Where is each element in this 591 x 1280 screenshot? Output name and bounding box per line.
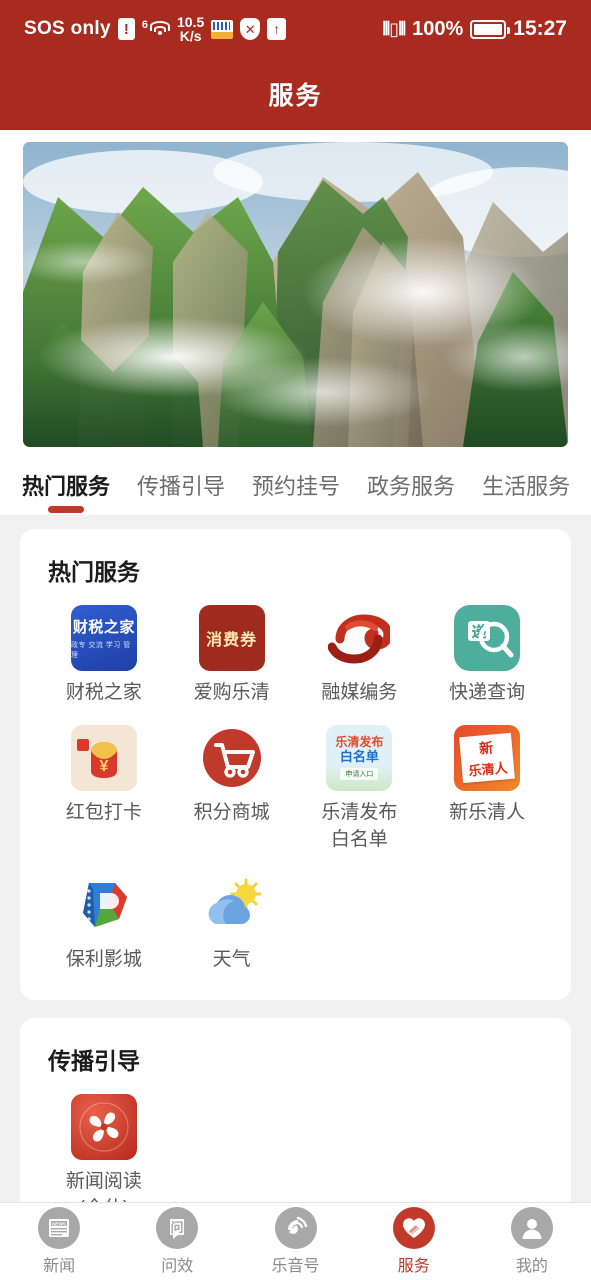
status-bar-left: SOS only ! 6 10.5 K/s ✕ ↑ — [24, 15, 287, 43]
network-speed: 10.5 K/s — [177, 15, 204, 43]
tax-home-icon-text: 财税之家 — [72, 619, 135, 636]
consumer-voucher-icon: 消费券 — [198, 605, 265, 671]
whitelist-icon-text-2: 白名单 — [339, 748, 379, 764]
whitelist-icon-text-3: 申请入口 — [340, 767, 379, 780]
service-item-label: 乐清发布 白名单 — [321, 801, 398, 850]
new-yueqing-people-icon: 新 乐清人 — [454, 724, 521, 791]
nav-item-label: 新闻 — [43, 1258, 76, 1275]
tab-communication-guide[interactable]: 传播引导 — [137, 469, 225, 513]
alert-icon: ! — [117, 18, 135, 40]
broadcast-icon — [274, 1207, 317, 1249]
svg-text:问: 问 — [171, 1220, 184, 1235]
services-scroll-area[interactable]: 热门服务 财税之家 政专 交流 学习 管理 财税之家 消费券 爱购乐清 融媒编务… — [0, 515, 591, 1249]
tab-label: 热门服务 — [22, 474, 111, 499]
consumer-voucher-icon-text: 消费券 — [206, 632, 258, 649]
service-item-yueqing-whitelist[interactable]: 乐清发布 白名单 申请入口 乐清发布 白名单 — [296, 724, 424, 854]
service-item-label: 积分商城 — [193, 801, 270, 823]
scenic-mountain-banner[interactable] — [23, 142, 568, 447]
service-item-points-mall[interactable]: 积分商城 — [168, 725, 296, 854]
tab-label: 生活服务 — [482, 474, 571, 499]
tab-hot-services[interactable]: 热门服务 — [22, 469, 110, 513]
service-item-label: 融媒编务 — [321, 682, 398, 703]
feedback-icon: 问 — [156, 1207, 199, 1249]
tab-label: 传播引导 — [137, 474, 226, 499]
nav-item-news[interactable]: NEWS 新闻 — [0, 1207, 118, 1276]
service-item-label: 保利影城 — [65, 948, 142, 970]
page-header: 服务 — [0, 58, 591, 130]
service-grid: 财税之家 政专 交流 学习 管理 财税之家 消费券 爱购乐清 融媒编务 递 快递… — [40, 605, 551, 974]
section-title: 传播引导 — [48, 1047, 140, 1074]
tab-appointment-registration[interactable]: 预约挂号 — [252, 469, 340, 513]
vibrate-icon: ⦀▯⦀ — [382, 18, 406, 39]
service-item-label: 天气 — [212, 948, 251, 970]
profile-icon — [510, 1207, 553, 1249]
service-item-label: 财税之家 — [65, 682, 142, 703]
section-hot-services: 热门服务 财税之家 政专 交流 学习 管理 财税之家 消费券 爱购乐清 融媒编务… — [20, 529, 571, 1000]
upload-arrow-icon: ↑ — [267, 18, 287, 40]
tab-label: 政务服务 — [367, 474, 456, 499]
battery-percent: 100% — [412, 17, 464, 40]
service-item-new-yueqing-people[interactable]: 新 乐清人 新乐清人 — [423, 724, 551, 854]
service-item-red-packet-checkin[interactable]: ¥ 红包打卡 — [40, 724, 168, 854]
red-packet-icon: ¥ — [70, 724, 137, 791]
service-item-label: 新乐清人 — [449, 801, 526, 823]
service-item-media-editing[interactable]: 融媒编务 — [296, 605, 424, 707]
service-item-label: 红包打卡 — [65, 801, 142, 823]
new-people-icon-text-1: 新 — [478, 739, 494, 757]
tab-label: 预约挂号 — [252, 474, 341, 499]
svg-text:¥: ¥ — [99, 758, 108, 775]
sim-card-icon — [211, 19, 234, 39]
svg-text:NEWS: NEWS — [52, 1221, 66, 1226]
shield-block-icon: ✕ — [240, 18, 261, 40]
tab-life-services[interactable]: 生活服务 — [482, 469, 570, 513]
tab-government-services[interactable]: 政务服务 — [367, 469, 455, 513]
carrier-label: SOS only — [24, 18, 111, 39]
app-root: SOS only ! 6 10.5 K/s ✕ ↑ ⦀▯⦀ 100% 15:27… — [0, 0, 591, 1280]
service-item-label: 爱购乐清 — [193, 682, 270, 703]
express-search-icon: 递 — [454, 605, 521, 671]
category-tabs[interactable]: 热门服务 传播引导 预约挂号 政务服务 生活服务 — [0, 447, 591, 515]
nav-item-profile[interactable]: 我的 — [473, 1207, 591, 1276]
nav-item-feedback[interactable]: 问 问效 — [118, 1207, 236, 1276]
nav-item-service[interactable]: 服务 — [355, 1207, 473, 1276]
media-swirl-icon — [326, 605, 392, 671]
news-icon: NEWS — [38, 1207, 81, 1249]
new-people-icon-text-2: 乐清人 — [468, 760, 509, 779]
nav-item-label: 问效 — [161, 1258, 194, 1275]
banner-image — [23, 142, 568, 447]
shopping-cart-icon — [199, 725, 265, 791]
service-item-weather[interactable]: 天气 — [168, 872, 296, 974]
service-item-poly-cinema[interactable]: 保利影城 — [40, 872, 168, 974]
service-item-express-query[interactable]: 递 快递查询 — [423, 605, 551, 707]
nav-item-label: 我的 — [515, 1258, 548, 1275]
page-title: 服务 — [268, 82, 323, 110]
tax-home-icon-subtext: 政专 交流 学习 管理 — [70, 642, 131, 659]
whitelist-icon-text-1: 乐清发布 — [335, 735, 384, 750]
nav-item-label: 服务 — [397, 1258, 430, 1275]
section-title: 热门服务 — [48, 559, 140, 585]
network-speed-unit: K/s — [179, 28, 202, 44]
banner-section — [0, 130, 591, 447]
battery-full-icon — [470, 19, 511, 39]
service-item-tax-home[interactable]: 财税之家 政专 交流 学习 管理 财税之家 — [40, 605, 168, 707]
nav-item-broadcast[interactable]: 乐音号 — [236, 1207, 354, 1276]
nav-item-label: 乐音号 — [271, 1258, 320, 1275]
service-item-aigou-yueqing[interactable]: 消费券 爱购乐清 — [168, 605, 296, 707]
weather-cloud-sun-icon — [199, 872, 265, 938]
tax-home-icon: 财税之家 政专 交流 学习 管理 — [70, 605, 137, 671]
service-heart-icon — [392, 1207, 435, 1249]
poly-cinema-icon — [71, 872, 137, 938]
status-bar: SOS only ! 6 10.5 K/s ✕ ↑ ⦀▯⦀ 100% 15:27 — [0, 0, 591, 58]
status-bar-right: ⦀▯⦀ 100% 15:27 — [382, 17, 567, 41]
clock-label: 15:27 — [513, 17, 567, 40]
tab-active-indicator — [48, 506, 84, 513]
yueqing-whitelist-icon: 乐清发布 白名单 申请入口 — [326, 724, 393, 791]
wifi-icon: 6 — [142, 20, 170, 38]
bottom-navigation[interactable]: NEWS 新闻 问 问效 乐音号 服务 我的 — [0, 1202, 591, 1280]
news-reading-icon — [70, 1093, 137, 1160]
service-item-label: 快递查询 — [449, 682, 526, 703]
network-generation-label: 6 — [141, 19, 148, 31]
